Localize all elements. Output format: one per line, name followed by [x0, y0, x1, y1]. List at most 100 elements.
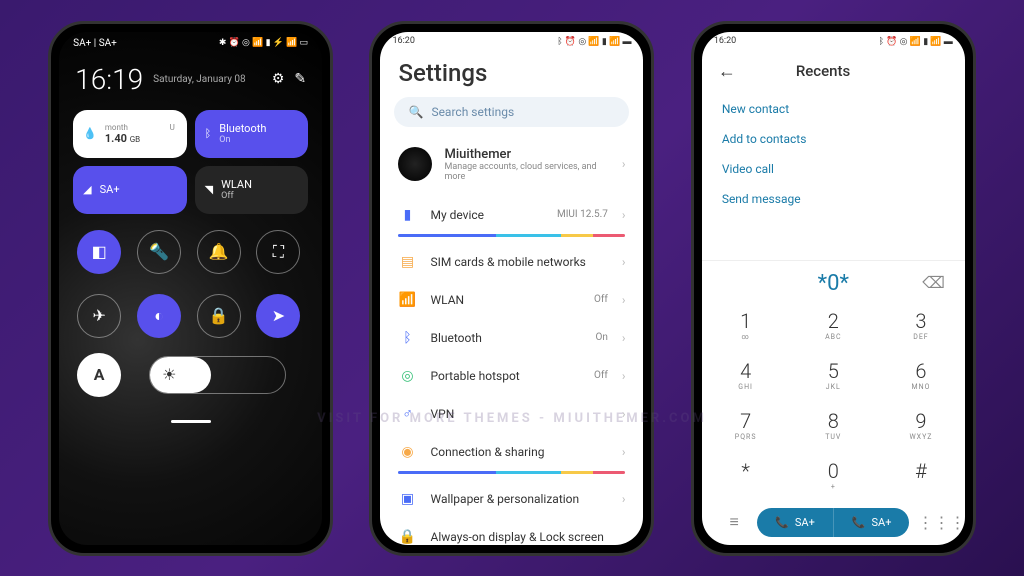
- row-value: Off: [594, 294, 608, 305]
- screen: SA+ | SA+ ✱ ⏰ ◎ 📶 ▮ ⚡ 📶 ▭ 16:19 Saturday…: [59, 32, 322, 545]
- call-label: SA+: [795, 516, 815, 529]
- wlan-label: WLAN: [221, 178, 252, 191]
- back-button[interactable]: ←: [718, 61, 736, 82]
- row-vpn[interactable]: ♂ VPN ›: [380, 395, 643, 433]
- edit-icon[interactable]: ✎: [294, 71, 306, 87]
- status-time: 16:20: [714, 36, 736, 47]
- row-label: My device: [430, 208, 543, 222]
- search-input[interactable]: 🔍 Search settings: [394, 97, 629, 127]
- key-7[interactable]: 7PQRS: [702, 400, 790, 450]
- account-row[interactable]: Miuithemer Manage accounts, cloud servic…: [380, 137, 643, 196]
- key-5[interactable]: 5JKL: [789, 350, 877, 400]
- search-placeholder: Search settings: [431, 105, 514, 119]
- status-icons: ᛒ ⏰ ◎ 📶 ▮ 📶 ▬: [879, 36, 953, 47]
- page-title: Settings: [380, 51, 643, 97]
- call-label: SA+: [872, 516, 892, 529]
- clock-date: Saturday, January 08: [153, 74, 245, 85]
- header: ← Recents: [702, 51, 965, 92]
- row-wlan[interactable]: 📶 WLAN Off ›: [380, 281, 643, 319]
- hotspot-icon: ◎: [398, 367, 416, 385]
- chevron-right-icon: ›: [622, 407, 626, 421]
- menu-add-contacts[interactable]: Add to contacts: [722, 124, 945, 154]
- key-9[interactable]: 9WXYZ: [877, 400, 965, 450]
- toggle-row-2: ✈ ◐ 🔒 ➤: [59, 284, 322, 348]
- vibrate-toggle[interactable]: ◧: [77, 230, 121, 274]
- menu-new-contact[interactable]: New contact: [722, 94, 945, 124]
- dialpad-button[interactable]: ⋮⋮⋮: [917, 513, 947, 532]
- phone-icon: 📞: [852, 516, 866, 529]
- menu-video-call[interactable]: Video call: [722, 154, 945, 184]
- auto-brightness-toggle[interactable]: A: [77, 353, 121, 397]
- flashlight-toggle[interactable]: 🔦: [137, 230, 181, 274]
- phone-icon: 📞: [775, 516, 789, 529]
- key-6[interactable]: 6MNO: [877, 350, 965, 400]
- phone-settings: 16:20 ᛒ ⏰ ◎ 📶 ▮ 📶 ▬ Settings 🔍 Search se…: [369, 21, 654, 556]
- time-row: 16:19 Saturday, January 08 ⚙ ✎: [59, 55, 322, 104]
- key-0[interactable]: 0+: [789, 450, 877, 500]
- row-value: Off: [594, 370, 608, 381]
- storage-bar: [398, 234, 625, 237]
- row-my-device[interactable]: ▮ My device MIUI 12.5.7 ›: [380, 196, 643, 234]
- menu-button[interactable]: ≡: [719, 512, 749, 532]
- key-2[interactable]: 2ABC: [789, 300, 877, 350]
- row-bluetooth[interactable]: ᛒ Bluetooth On ›: [380, 319, 643, 357]
- drop-icon: 💧: [83, 127, 97, 140]
- keypad: 1∞2ABC3DEF 4GHI5JKL6MNO 7PQRS8TUV9WXYZ *0+#: [702, 300, 965, 500]
- device-icon: ▮: [398, 206, 416, 224]
- row-connection[interactable]: ◉ Connection & sharing ›: [380, 433, 643, 471]
- row-aod[interactable]: 🔒 Always-on display & Lock screen: [380, 518, 643, 545]
- signal-icon: ◢: [83, 183, 91, 196]
- darkmode-icon: ◐: [154, 306, 164, 326]
- key-1[interactable]: 1∞: [702, 300, 790, 350]
- airplane-toggle[interactable]: ✈: [77, 294, 121, 338]
- row-sim[interactable]: ▤ SIM cards & mobile networks ›: [380, 243, 643, 281]
- dialed-number: *0*: [818, 271, 849, 296]
- brightness-slider[interactable]: ☀: [149, 356, 286, 394]
- menu-send-message[interactable]: Send message: [722, 184, 945, 214]
- tile-wlan[interactable]: ◥ WLANOff: [195, 166, 309, 214]
- tile-data-usage[interactable]: 💧 month U 1.40 GB: [73, 110, 187, 158]
- chevron-right-icon: ›: [622, 369, 626, 383]
- key-*[interactable]: *: [702, 450, 790, 500]
- call-sim2-button[interactable]: 📞 SA+: [834, 508, 910, 537]
- airplane-icon: ✈: [92, 306, 105, 325]
- gear-icon[interactable]: ⚙: [272, 71, 285, 87]
- phone-quick-settings: SA+ | SA+ ✱ ⏰ ◎ 📶 ▮ ⚡ 📶 ▭ 16:19 Saturday…: [48, 21, 333, 556]
- data-month: month: [105, 123, 128, 132]
- row-label: Always-on display & Lock screen: [430, 530, 625, 544]
- tile-bluetooth[interactable]: ᛒ BluetoothOn: [195, 110, 309, 158]
- bell-icon: 🔔: [209, 242, 229, 261]
- chevron-right-icon: ›: [622, 445, 626, 459]
- location-toggle[interactable]: ➤: [256, 294, 300, 338]
- row-label: SIM cards & mobile networks: [430, 255, 607, 269]
- call-sim1-button[interactable]: 📞 SA+: [757, 508, 834, 537]
- toggle-row-1: ◧ 🔦 🔔 ⛶: [59, 220, 322, 284]
- key-8[interactable]: 8TUV: [789, 400, 877, 450]
- screenshot-toggle[interactable]: ⛶: [256, 230, 300, 274]
- dnd-toggle[interactable]: 🔔: [197, 230, 241, 274]
- screen: 16:20 ᛒ ⏰ ◎ 📶 ▮ 📶 ▬ Settings 🔍 Search se…: [380, 32, 643, 545]
- backspace-button[interactable]: ⌫: [922, 273, 945, 292]
- phone-dialer: 16:20 ᛒ ⏰ ◎ 📶 ▮ 📶 ▬ ← Recents New contac…: [691, 21, 976, 556]
- sim-icon: ▤: [398, 253, 416, 271]
- tile-sim[interactable]: ◢ SA+: [73, 166, 187, 214]
- status-bar: SA+ | SA+ ✱ ⏰ ◎ 📶 ▮ ⚡ 📶 ▭: [59, 32, 322, 55]
- wallpaper-icon: ▣: [398, 490, 416, 508]
- key-#[interactable]: #: [877, 450, 965, 500]
- key-3[interactable]: 3DEF: [877, 300, 965, 350]
- account-sub: Manage accounts, cloud services, and mor…: [444, 162, 609, 182]
- chevron-right-icon: ›: [622, 331, 626, 345]
- row-label: Wallpaper & personalization: [430, 492, 607, 506]
- carrier-label: SA+ | SA+: [73, 38, 117, 49]
- row-wallpaper[interactable]: ▣ Wallpaper & personalization ›: [380, 480, 643, 518]
- drag-handle[interactable]: [171, 420, 211, 423]
- row-value: MIUI 12.5.7: [557, 209, 608, 220]
- lock-toggle[interactable]: 🔒: [197, 294, 241, 338]
- page-title: Recents: [796, 62, 850, 80]
- bt-label: Bluetooth: [219, 122, 266, 135]
- vibrate-icon: ◧: [92, 242, 107, 261]
- darkmode-toggle[interactable]: ◐: [137, 294, 181, 338]
- data-unit: GB: [130, 135, 140, 144]
- key-4[interactable]: 4GHI: [702, 350, 790, 400]
- row-hotspot[interactable]: ◎ Portable hotspot Off ›: [380, 357, 643, 395]
